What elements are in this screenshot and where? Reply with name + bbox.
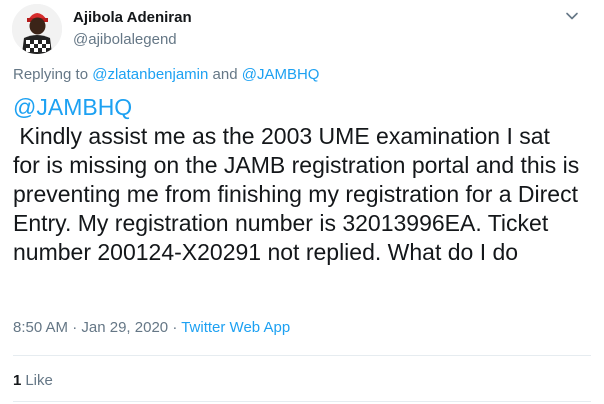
reply-conjunction: and bbox=[212, 66, 238, 83]
like-count: 1 bbox=[13, 372, 22, 389]
like-label: Like bbox=[25, 372, 53, 389]
replying-to: Replying to @zlatanbenjamin and @JAMBHQ bbox=[13, 66, 319, 83]
chevron-down-icon[interactable] bbox=[565, 9, 579, 23]
divider bbox=[13, 355, 591, 356]
avatar[interactable] bbox=[12, 4, 62, 54]
tweet-text: @JAMBHQ Kindly assist me as the 2003 UME… bbox=[13, 93, 583, 267]
tweet-time[interactable]: 8:50 AM bbox=[13, 319, 68, 336]
tweet-mention-link[interactable]: @JAMBHQ bbox=[13, 93, 583, 122]
user-handle[interactable]: @ajibolalegend bbox=[73, 31, 177, 48]
replying-prefix: Replying to bbox=[13, 66, 89, 83]
source-link[interactable]: Twitter Web App bbox=[181, 319, 290, 336]
divider bbox=[13, 401, 591, 402]
display-name[interactable]: Ajibola Adeniran bbox=[73, 9, 192, 26]
meta-separator: · bbox=[72, 319, 78, 336]
reply-mention-link[interactable]: @JAMBHQ bbox=[242, 66, 320, 83]
tweet-card: Ajibola Adeniran @ajibolalegend Replying… bbox=[0, 0, 604, 404]
tweet-date[interactable]: Jan 29, 2020 bbox=[81, 319, 168, 336]
meta-separator: · bbox=[172, 319, 178, 336]
tweet-body: Kindly assist me as the 2003 UME examina… bbox=[13, 123, 586, 265]
reply-mention-link[interactable]: @zlatanbenjamin bbox=[92, 66, 208, 83]
likes-stat[interactable]: 1 Like bbox=[13, 372, 53, 389]
tweet-meta: 8:50 AM · Jan 29, 2020 · Twitter Web App bbox=[13, 319, 290, 336]
